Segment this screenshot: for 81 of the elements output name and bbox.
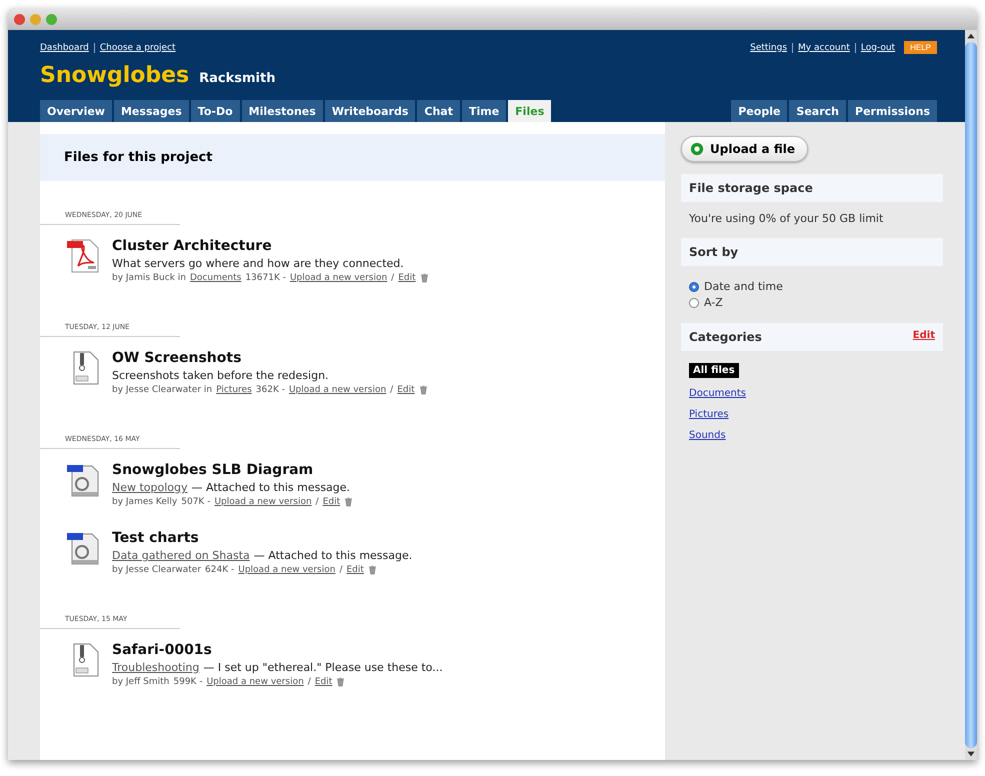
file-title[interactable]: Cluster Architecture (112, 238, 429, 254)
storage-usage-text: You're using 0% of your 50 GB limit (688, 211, 884, 227)
project-name: Snowglobes (40, 63, 190, 88)
trash-icon[interactable] (336, 677, 346, 687)
edit-link[interactable]: Edit (398, 273, 416, 283)
nav-tab[interactable]: Time (462, 100, 506, 122)
file-size: 507K - (181, 497, 210, 507)
category-link[interactable]: All files (689, 363, 739, 378)
separator: / (390, 385, 394, 395)
message-link[interactable]: Troubleshooting (112, 661, 200, 674)
file-size: 362K - (256, 385, 285, 395)
file-title[interactable]: Safari-0001s (112, 642, 443, 658)
radio-button[interactable] (689, 298, 699, 308)
upload-version-link[interactable]: Upload a new version (206, 677, 304, 687)
message-link[interactable]: Data gathered on Shasta (112, 549, 250, 562)
nav-link[interactable]: Settings (750, 42, 788, 52)
separator: / (308, 677, 311, 687)
sort-option[interactable]: A-Z (689, 296, 935, 309)
edit-link[interactable]: Edit (346, 565, 364, 575)
message-link[interactable]: New topology (112, 481, 188, 494)
panel-heading: File storage space (681, 174, 943, 202)
section-title: Files for this project (40, 134, 665, 181)
file-author: by Jeff Smith (112, 677, 170, 687)
category-link[interactable]: Documents (689, 388, 746, 399)
upload-version-link[interactable]: Upload a new version (288, 385, 386, 395)
category-link[interactable]: Documents (190, 273, 242, 283)
separator: / (339, 565, 342, 575)
file-author: by Jamis Buck in (112, 273, 186, 283)
category-link[interactable]: Sounds (689, 430, 726, 441)
file-title[interactable]: Snowglobes SLB Diagram (112, 462, 354, 478)
category-link[interactable]: Pictures (216, 385, 252, 395)
panel-heading: Categories (689, 330, 762, 344)
nav-tab[interactable]: Permissions (848, 100, 937, 122)
company-name: Racksmith (199, 71, 276, 86)
file-title[interactable]: OW Screenshots (112, 350, 428, 366)
close-button[interactable] (14, 14, 25, 24)
file-size: 599K - (173, 677, 203, 687)
nav-link[interactable]: Log-out (854, 42, 896, 52)
nav-tab[interactable]: Writeboards (324, 100, 416, 122)
file-size: 624K - (205, 565, 234, 575)
scrollbar[interactable] (965, 30, 977, 760)
file-author: by Jesse Clearwater (112, 565, 202, 575)
zoom-button[interactable] (46, 14, 57, 24)
trash-icon[interactable] (344, 497, 354, 507)
nav-tab[interactable]: To-Do (190, 100, 240, 122)
file-description: Screenshots taken before the redesign. (112, 369, 329, 382)
trash-icon[interactable] (420, 273, 429, 283)
nav-tab[interactable]: Overview (40, 100, 112, 122)
panel-heading: Sort by (681, 238, 943, 266)
upload-version-link[interactable]: Upload a new version (238, 565, 336, 575)
file-description: — Attached to this message. (192, 481, 350, 494)
nav-tab[interactable]: Chat (417, 100, 460, 122)
file-description: — I set up "ethereal." Please use these to... (203, 661, 443, 674)
file-author: by James Kelly (112, 497, 178, 507)
category-link[interactable]: Pictures (689, 409, 729, 420)
separator: / (316, 497, 319, 507)
nav-link[interactable]: Choose a project (94, 42, 176, 52)
upload-version-link[interactable]: Upload a new version (214, 497, 312, 507)
edit-link[interactable]: Edit (912, 330, 935, 344)
file-description: — Attached to this message. (254, 549, 412, 562)
nav-link[interactable]: My account (792, 42, 850, 52)
trash-icon[interactable] (368, 565, 377, 575)
nav-tab[interactable]: People (731, 100, 788, 122)
edit-link[interactable]: Edit (314, 677, 332, 687)
nav-tab[interactable]: Messages (114, 100, 189, 122)
file-size: 13671K - (245, 273, 286, 283)
radio-button[interactable] (689, 282, 699, 292)
edit-link[interactable]: Edit (397, 385, 415, 395)
file-author: by Jesse Clearwater in (112, 385, 212, 395)
file-description: What servers go where and how are they connected. (112, 257, 404, 270)
separator: / (391, 273, 394, 283)
add-icon (690, 142, 704, 156)
upload-version-link[interactable]: Upload a new version (290, 273, 388, 283)
nav-link[interactable]: Dashboard (40, 42, 89, 52)
nav-tab[interactable]: Search (789, 100, 846, 122)
sort-option[interactable]: Date and time (689, 280, 935, 293)
file-title[interactable]: Test charts (112, 530, 412, 546)
upload-button[interactable]: Upload a file (681, 136, 808, 162)
trash-icon[interactable] (418, 385, 428, 395)
nav-tab[interactable]: Milestones (242, 100, 323, 122)
edit-link[interactable]: Edit (322, 497, 340, 507)
